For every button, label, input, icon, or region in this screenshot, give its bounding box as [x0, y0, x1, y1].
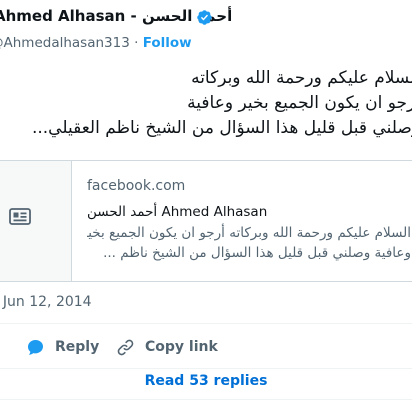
card-title: أحمد الحسن Ahmed Alhasan — [87, 204, 268, 220]
reply-button[interactable]: Reply — [26, 336, 99, 358]
card-description: السلام عليكم ورحمة الله وبركاته أرجو ان … — [87, 223, 411, 263]
link-icon — [117, 339, 134, 355]
author-handle[interactable]: @Ahmedalhasan313 — [0, 35, 130, 51]
tweet-line: وصلني قبل قليل هذا السؤال من الشيخ ناظم … — [31, 118, 412, 138]
divider — [0, 399, 412, 400]
tweet-text: السلام عليكم ورحمة الله وبركاته أرجو ان … — [0, 66, 412, 141]
follow-button[interactable]: Follow — [143, 35, 192, 51]
speech-bubble-icon — [27, 339, 44, 355]
separator-dot: · — [134, 35, 139, 51]
link-preview-card[interactable]: facebook.com أحمد الحسن Ahmed Alhasan ال… — [0, 160, 412, 282]
article-card-icon — [9, 208, 31, 225]
read-replies-button[interactable]: Read 53 replies — [0, 373, 412, 389]
copy-link-label: Copy link — [145, 339, 218, 355]
card-description-line: وعافية وصلني قبل قليل هذا السؤال من الشي… — [103, 245, 411, 261]
tweet-embed: Ahmed Alhasan - أحمد الحسن @Ahmedalhasan… — [0, 0, 412, 412]
card-domain: facebook.com — [87, 178, 186, 194]
card-thumbnail — [0, 161, 72, 281]
tweet-line: أرجو ان يكون الجميع بخير وعافية — [187, 93, 412, 113]
author-handle-row: @Ahmedalhasan313 · Follow — [0, 35, 192, 51]
divider — [0, 368, 412, 369]
copy-link-button[interactable]: Copy link — [116, 336, 218, 358]
reply-label: Reply — [55, 339, 100, 355]
card-description-line: السلام عليكم ورحمة الله وبركاته أرجو ان … — [87, 225, 411, 241]
verified-badge-icon — [197, 10, 212, 25]
tweet-line: السلام عليكم ورحمة الله وبركاته — [191, 68, 412, 88]
divider — [0, 323, 412, 324]
tweet-date[interactable]: · Jun 12, 2014 — [0, 294, 92, 310]
